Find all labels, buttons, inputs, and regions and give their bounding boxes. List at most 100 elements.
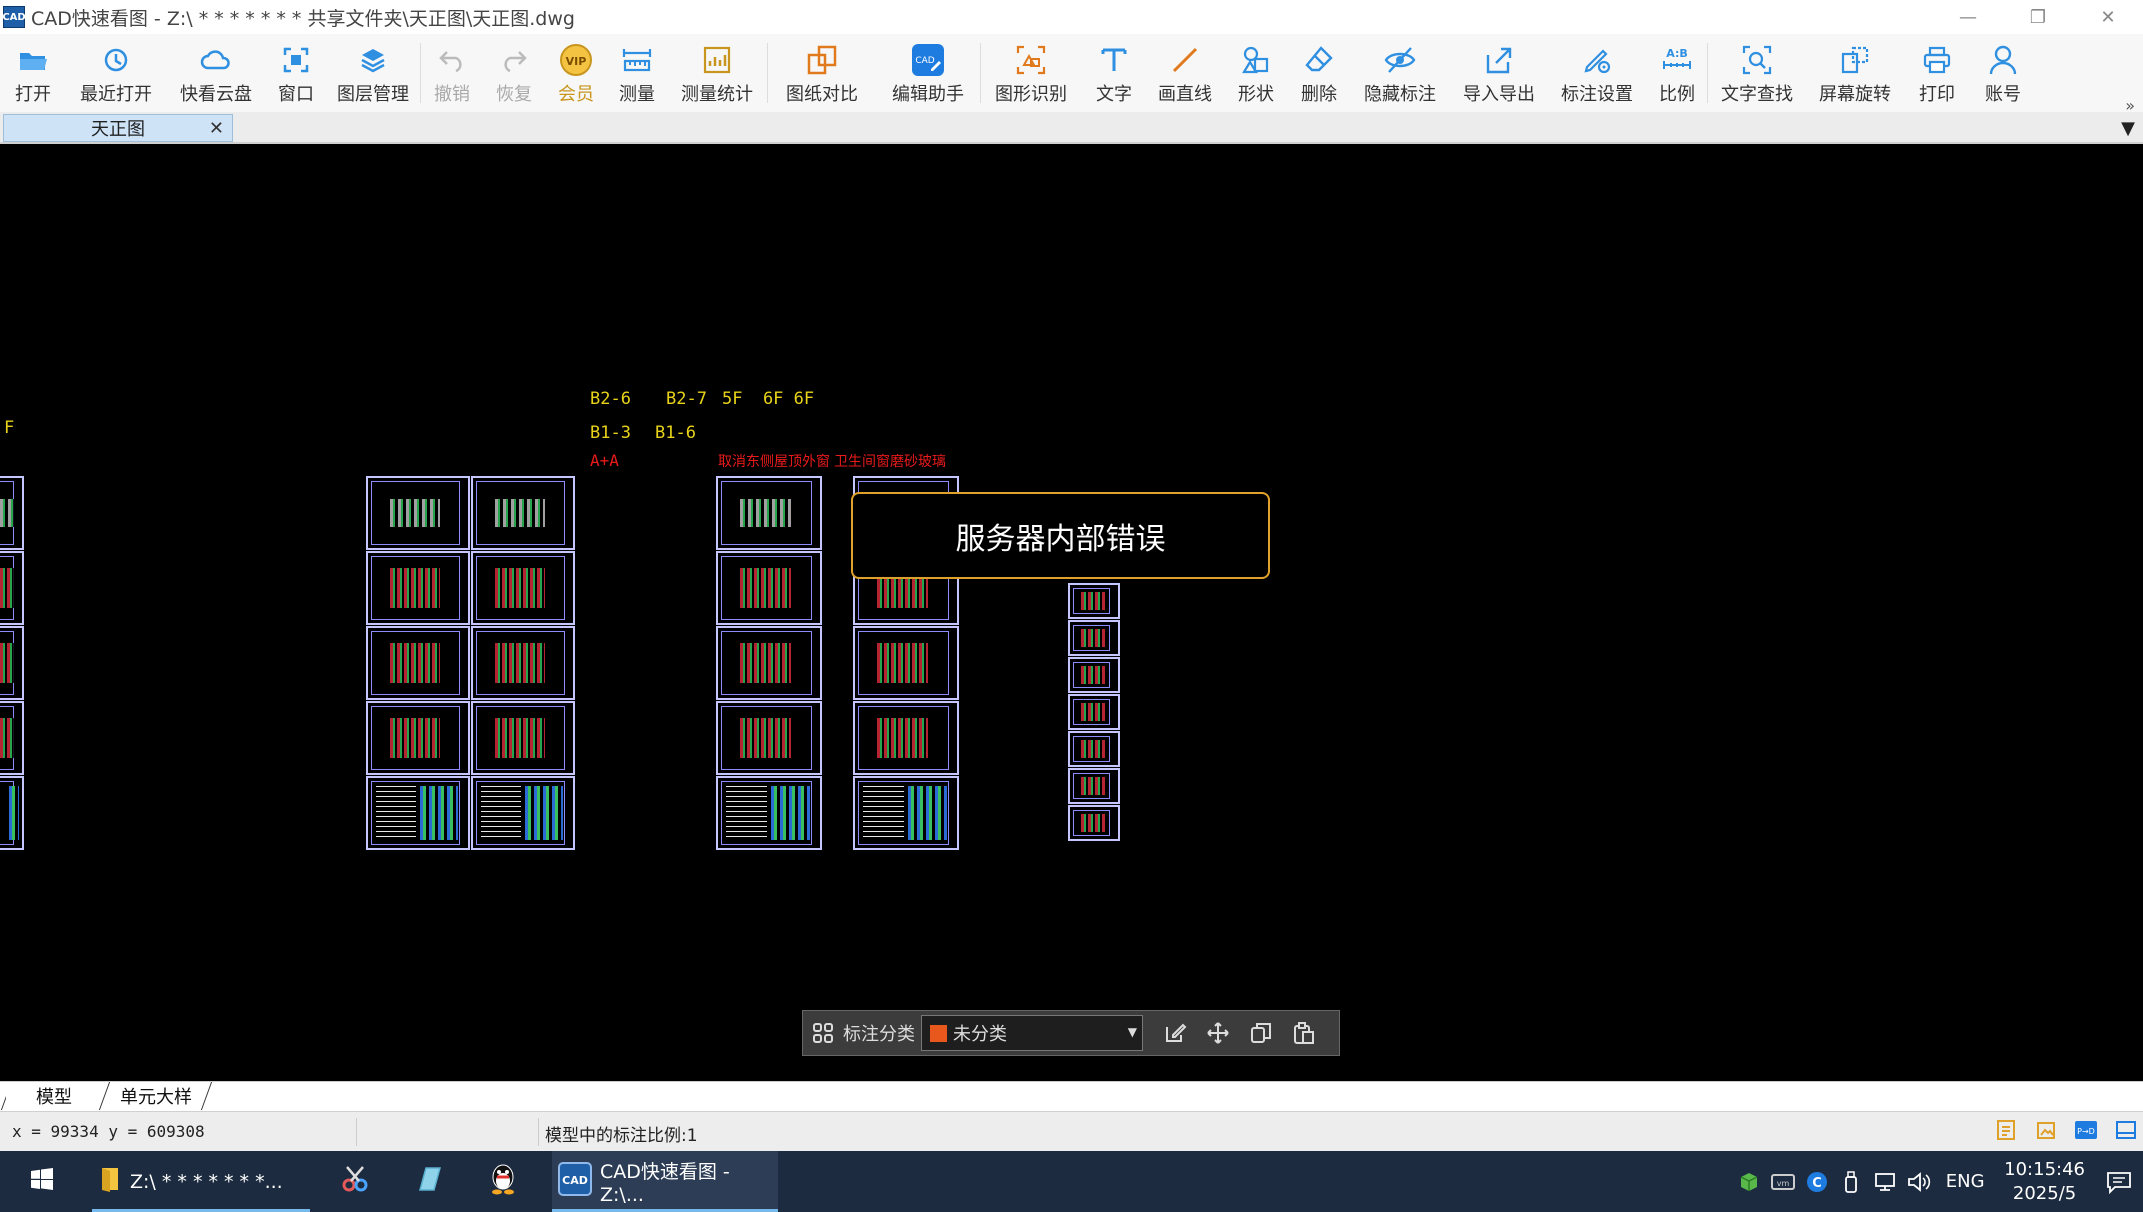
drawing-sheet[interactable] bbox=[366, 701, 470, 775]
taskbar-app[interactable] bbox=[478, 1151, 528, 1212]
shapes-button[interactable]: 形状 bbox=[1223, 34, 1289, 112]
drawing-sheet[interactable] bbox=[716, 476, 822, 550]
drawing-sheet[interactable] bbox=[1068, 583, 1120, 619]
drawing-label: 取消东侧屋顶外窗 bbox=[718, 454, 830, 470]
drawing-sheet[interactable] bbox=[1068, 620, 1120, 656]
close-tab-icon[interactable]: ✕ bbox=[209, 118, 224, 139]
copy-icon[interactable] bbox=[1239, 1021, 1282, 1045]
tab-unit-detail[interactable]: 单元大样 bbox=[104, 1082, 208, 1110]
drawing-sheet[interactable] bbox=[366, 776, 470, 850]
usb-drive-icon[interactable] bbox=[1834, 1170, 1868, 1193]
draw-line-button[interactable]: 画直线 bbox=[1147, 34, 1223, 112]
paste-icon[interactable] bbox=[1282, 1021, 1325, 1045]
drawing-sheet[interactable] bbox=[471, 551, 575, 625]
taskbar-cad-viewer[interactable]: CAD CAD快速看图 - Z:\... bbox=[552, 1151, 778, 1212]
system-clock[interactable]: 10:15:46 2025/5 bbox=[2004, 1158, 2085, 1206]
taskbar-app[interactable] bbox=[404, 1151, 454, 1212]
hide-annotation-button[interactable]: 隐藏标注 bbox=[1349, 34, 1451, 112]
vm-icon[interactable]: vm bbox=[1766, 1173, 1800, 1191]
drawing-sheet[interactable] bbox=[853, 701, 959, 775]
cloud-disk-button[interactable]: 快看云盘 bbox=[166, 34, 266, 112]
drawing-sheet[interactable] bbox=[853, 626, 959, 700]
taskbar-file-explorer[interactable]: Z:\ * * * * * * *... bbox=[92, 1151, 310, 1212]
window-title: CAD快速看图 - Z:\ * * * * * * * 共享文件夹\天正图\天正… bbox=[31, 7, 575, 30]
delete-button[interactable]: 删除 bbox=[1289, 34, 1349, 112]
drawing-sheet[interactable] bbox=[1068, 731, 1120, 767]
scale-button[interactable]: A:B 比例 bbox=[1647, 34, 1707, 112]
recent-open-button[interactable]: 最近打开 bbox=[66, 34, 166, 112]
panel-toggle-icon[interactable] bbox=[2113, 1117, 2139, 1143]
folder-open-icon bbox=[16, 43, 50, 77]
clock-time: 10:15:46 bbox=[2004, 1158, 2085, 1180]
drawing-sheet[interactable] bbox=[716, 776, 822, 850]
text-button[interactable]: 文字 bbox=[1081, 34, 1147, 112]
drawing-sheet[interactable] bbox=[0, 626, 24, 700]
edit-annotation-icon[interactable] bbox=[1153, 1021, 1196, 1045]
input-language[interactable]: ENG bbox=[1936, 1171, 1994, 1192]
redo-button[interactable]: 恢复 bbox=[483, 34, 545, 112]
volume-icon[interactable] bbox=[1902, 1171, 1936, 1192]
drawing-sheet[interactable] bbox=[716, 701, 822, 775]
tab-model[interactable]: 模型 bbox=[6, 1082, 102, 1110]
grid-menu-icon[interactable] bbox=[803, 1022, 843, 1044]
drawing-sheet[interactable] bbox=[716, 626, 822, 700]
drawing-sheet[interactable] bbox=[853, 776, 959, 850]
minimize-button[interactable]: — bbox=[1933, 0, 2003, 34]
drawing-sheet[interactable] bbox=[1068, 805, 1120, 841]
scale-icon: A:B bbox=[1660, 43, 1694, 77]
drawing-sheet[interactable] bbox=[471, 626, 575, 700]
drawing-sheet[interactable] bbox=[0, 551, 24, 625]
image-export-icon[interactable] bbox=[2033, 1117, 2059, 1143]
c-app-icon[interactable]: C bbox=[1800, 1171, 1834, 1193]
drawing-sheet[interactable] bbox=[471, 701, 575, 775]
open-button[interactable]: 打开 bbox=[0, 34, 66, 112]
drawing-sheet[interactable] bbox=[471, 476, 575, 550]
eraser-icon bbox=[1302, 43, 1336, 77]
drawing-sheet[interactable] bbox=[1068, 694, 1120, 730]
print-button[interactable]: 打印 bbox=[1904, 34, 1970, 112]
window-button[interactable]: 窗口 bbox=[266, 34, 326, 112]
close-button[interactable]: ✕ bbox=[2073, 0, 2143, 34]
drawing-sheet[interactable] bbox=[471, 776, 575, 850]
drawing-label: B2-6 bbox=[590, 389, 631, 409]
screen-rotate-button[interactable]: 屏幕旋转 bbox=[1806, 34, 1904, 112]
text-icon bbox=[1097, 43, 1131, 77]
import-export-button[interactable]: 导入导出 bbox=[1451, 34, 1547, 112]
account-button[interactable]: 账号 bbox=[1970, 34, 2036, 112]
pdf-export-icon[interactable] bbox=[1993, 1117, 2019, 1143]
drawing-sheet[interactable] bbox=[0, 776, 24, 850]
shape-recognition-button[interactable]: 图形识别 bbox=[981, 34, 1081, 112]
move-icon[interactable] bbox=[1196, 1021, 1239, 1045]
cloud-icon bbox=[199, 43, 233, 77]
screen-rotate-icon bbox=[1838, 43, 1872, 77]
undo-button[interactable]: 撤销 bbox=[421, 34, 483, 112]
measure-stats-button[interactable]: 测量统计 bbox=[667, 34, 767, 112]
vip-button[interactable]: VIP 会员 bbox=[545, 34, 607, 112]
drawing-sheet[interactable] bbox=[366, 626, 470, 700]
network-icon[interactable] bbox=[1868, 1172, 1902, 1192]
drawing-sheet[interactable] bbox=[0, 476, 24, 550]
restore-button[interactable]: ❐ bbox=[2003, 0, 2073, 34]
edit-assistant-button[interactable]: CAD 编辑助手 bbox=[876, 34, 980, 112]
measure-button[interactable]: 测量 bbox=[607, 34, 667, 112]
document-tab[interactable]: 天正图 ✕ bbox=[3, 114, 233, 142]
annotation-category-select[interactable]: 未分类 ▼ bbox=[921, 1015, 1143, 1051]
notification-icon[interactable] bbox=[2095, 1170, 2143, 1194]
drawing-sheet[interactable] bbox=[366, 476, 470, 550]
drawing-sheet[interactable] bbox=[1068, 657, 1120, 693]
start-button[interactable] bbox=[20, 1151, 64, 1212]
package-icon[interactable] bbox=[1732, 1171, 1766, 1193]
drawing-compare-button[interactable]: 图纸对比 bbox=[768, 34, 876, 112]
drawing-label: F bbox=[4, 418, 15, 438]
drawing-sheet[interactable] bbox=[366, 551, 470, 625]
pdf-to-cad-icon[interactable]: P→D bbox=[2073, 1117, 2099, 1143]
drawing-sheet[interactable] bbox=[716, 551, 822, 625]
text-search-button[interactable]: 文字查找 bbox=[1708, 34, 1806, 112]
annotation-settings-button[interactable]: 标注设置 bbox=[1547, 34, 1647, 112]
drawing-canvas[interactable]: F B2-6 B2-7 5F 6F 6F B1-3 B1-6 A+A 取消东侧屋… bbox=[0, 144, 2143, 1081]
layer-manager-button[interactable]: 图层管理 bbox=[326, 34, 420, 112]
taskbar-app[interactable] bbox=[330, 1151, 380, 1212]
tab-list-dropdown-icon[interactable]: ▼ bbox=[2121, 118, 2135, 139]
drawing-sheet[interactable] bbox=[1068, 768, 1120, 804]
drawing-sheet[interactable] bbox=[0, 701, 24, 775]
